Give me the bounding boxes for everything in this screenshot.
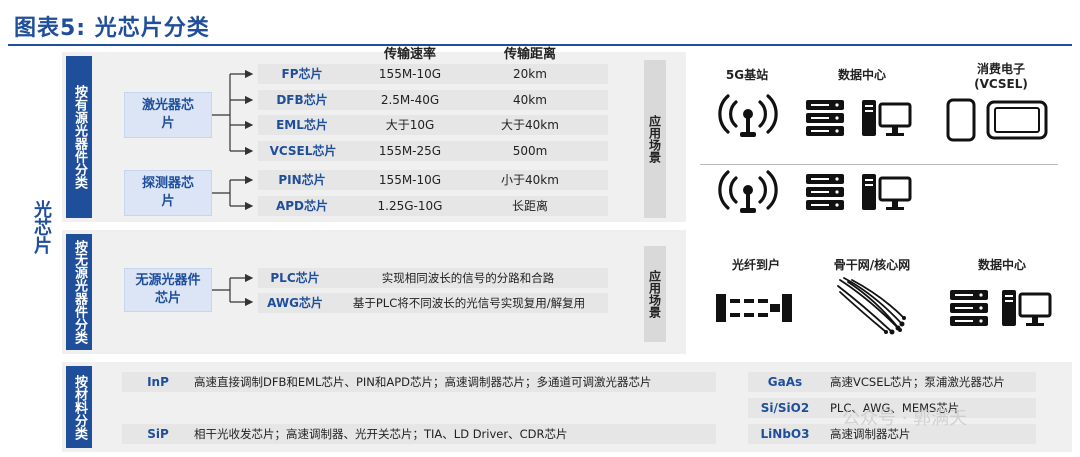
material-desc: 高速VCSEL芯片；泵浦激光器芯片: [830, 375, 1005, 389]
material-name: Si/SiO2: [760, 401, 810, 415]
material-desc: 相干光收发芯片；高速调制器、光开关芯片；TIA、LD Driver、CDR芯片: [194, 427, 568, 441]
material-name: GaAs: [767, 375, 803, 389]
fiber-connector-icon: [716, 294, 792, 322]
fiber-bundle-icon: [837, 277, 906, 335]
passive-scene-label: 应用场景: [644, 246, 666, 342]
desktop-icon: [1002, 290, 1052, 326]
material-category-label: 按材料分类: [66, 366, 92, 448]
material-name: InP: [147, 375, 169, 389]
material-desc: 高速直接调制DFB和EML芯片、PIN和APD芯片；高速调制器芯片；多通道可调激…: [194, 375, 652, 389]
material-name: LiNbO3: [760, 427, 810, 441]
scene-label-ftth: 光纤到户: [731, 258, 780, 272]
chip-name: PLC芯片: [270, 271, 320, 285]
watermark: 公众号 · 郭满天: [842, 408, 968, 429]
scene-label-datacenter-2: 数据中心: [977, 258, 1026, 272]
chip-desc: 实现相同波长的信号的分路和合路: [381, 271, 555, 285]
server-icon: [950, 290, 988, 326]
scene-label-backbone: 骨干网/核心网: [833, 258, 911, 272]
chip-name: AWG芯片: [267, 296, 323, 310]
material-name: SiP: [147, 427, 169, 441]
chip-desc: 基于PLC将不同波长的光信号实现复用/解复用: [352, 296, 586, 310]
